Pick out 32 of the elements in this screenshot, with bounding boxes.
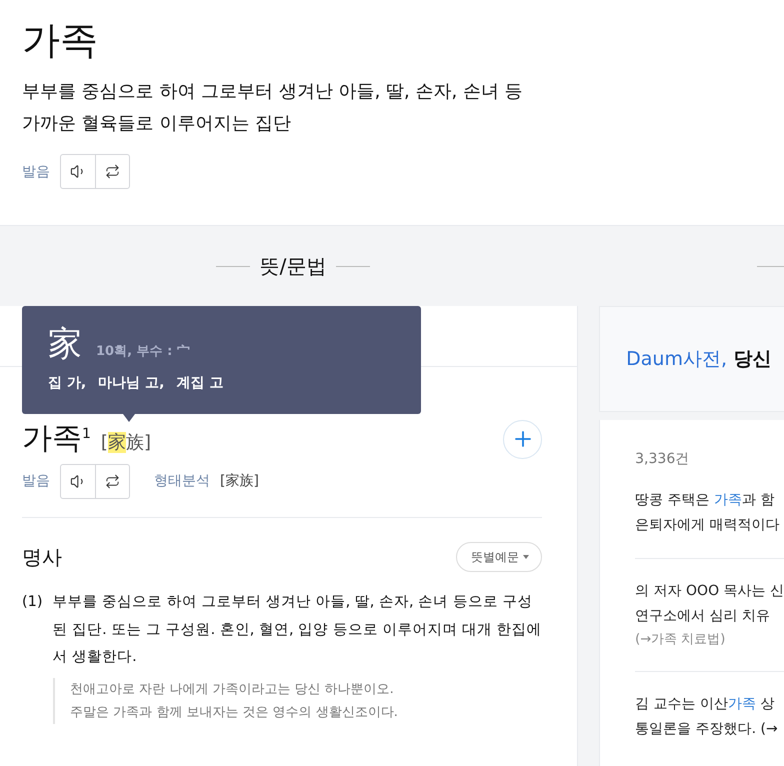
usage-sentence: 통일론을 주장했다. (→ [635, 720, 779, 739]
pronunciation-label: 발음 [22, 472, 50, 490]
definition-text: 가까운 혈육들로 이루어지는 집단 [22, 112, 292, 136]
tooltip-character: 家 [48, 326, 82, 362]
banner-text: Daum사전, 당신 [626, 347, 772, 372]
tooltip-meaning: 집 가, [48, 374, 86, 392]
example-sentence: 천애고아로 자란 나에게 가족이라고는 당신 하나뿐이오. [70, 680, 395, 698]
tooltip-info: 10획, 부수 : 宀 [96, 343, 190, 360]
hanja-text: [家族] [100, 431, 151, 454]
usage-sentence: 김 교수는 이산가족 상 [635, 695, 776, 714]
definition-text: 부부를 중심으로 하여 그로부터 생겨난 아들, 딸, 손자, 손녀 등 [22, 80, 524, 104]
morphology-value: [家族] [220, 472, 259, 490]
example-sentence: 주말은 가족과 함께 보내자는 것은 영수의 생활신조이다. [70, 704, 399, 722]
add-button[interactable] [503, 420, 542, 458]
usage-sentence: 연구소에서 심리 치유 [635, 607, 772, 626]
caret-icon [523, 555, 530, 559]
entry-word: 가족 [22, 17, 99, 64]
examples-dropdown[interactable]: 뜻별예문 [456, 542, 542, 572]
sense-text: 부부를 중심으로 하여 그로부터 생겨난 아들, 딸, 손자, 손녀 등으로 구성된 집단. 또는 그 구성원. 혼인, 혈연, 입양 등으로 이루어지며 대개 한집에서 생활한다. [52, 593, 542, 667]
usage-sentence: 은퇴자에게 매력적이다 [635, 516, 781, 535]
usage-sentence: 의 저자 OOO 목사는 신 [635, 582, 784, 601]
part-of-speech: 명사 [22, 544, 62, 570]
result-count: 3,336건 [635, 450, 690, 468]
source-link[interactable]: (→가족 치료법) [635, 629, 784, 651]
tooltip-meaning: 마나님 고, [98, 374, 164, 392]
pronunciation-label: 발음 [22, 162, 50, 180]
headword: 가족$^{1}$ [22, 421, 91, 457]
tooltip-meaning: 계집 고 [176, 374, 224, 392]
morphology-label: 형태분석 [154, 472, 210, 490]
usage-sentence: 땅콩 주택은 가족과 함 [635, 491, 776, 510]
sense-number: (1) [22, 593, 43, 612]
section-title: 뜻/문법 [260, 252, 326, 280]
